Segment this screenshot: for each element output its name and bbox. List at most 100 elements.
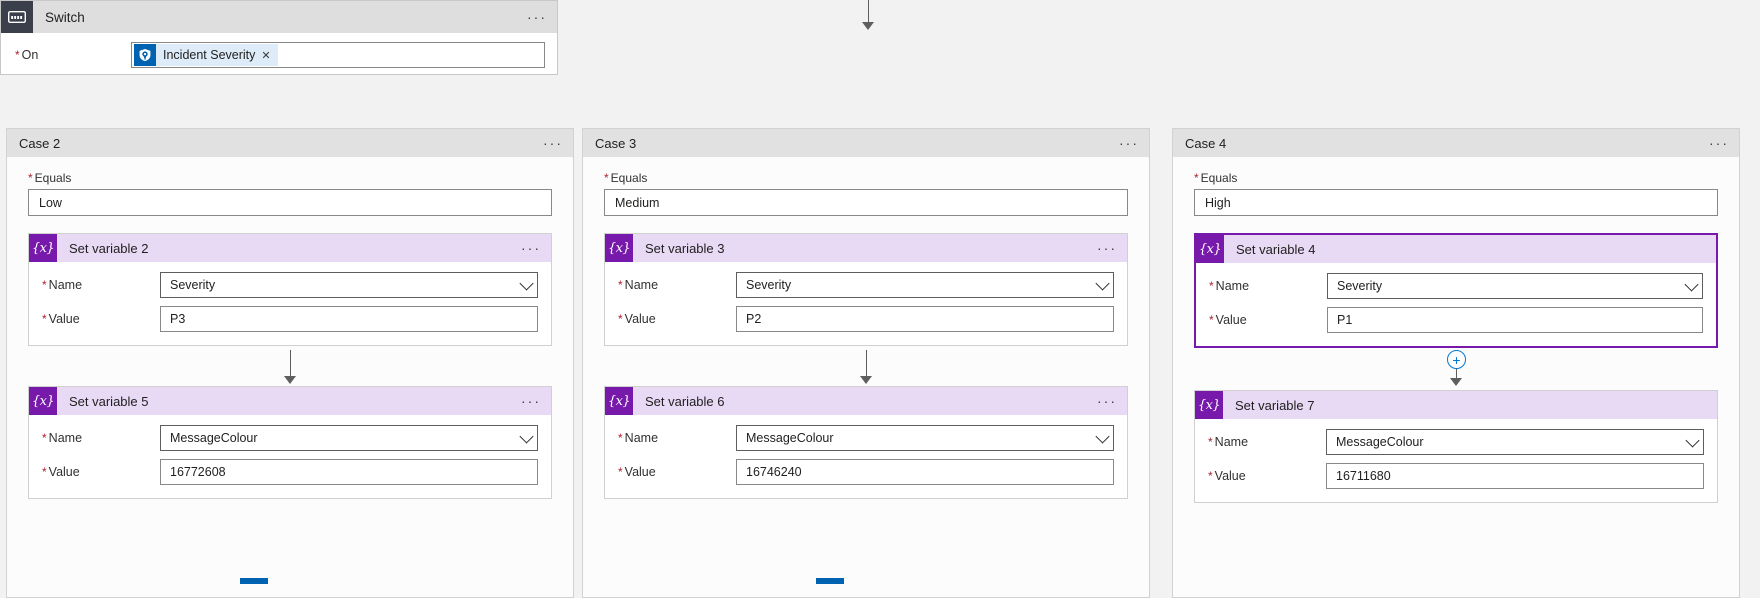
- action-header[interactable]: {x} Set variable 3 ···: [605, 234, 1127, 262]
- action-header[interactable]: {x} Set variable 6 ···: [605, 387, 1127, 415]
- value-row: * Value P2: [618, 306, 1114, 332]
- value-label: * Value: [1209, 313, 1327, 327]
- connector-arrow: [860, 376, 872, 384]
- equals-input[interactable]: Low: [28, 189, 552, 216]
- action-set-variable-7[interactable]: {x} Set variable 7 * Name MessageColour *…: [1194, 390, 1718, 503]
- required-asterisk: *: [1209, 279, 1214, 293]
- action-menu-button[interactable]: ···: [1097, 241, 1117, 255]
- case-title: Case 2: [19, 135, 61, 151]
- action-header[interactable]: {x} Set variable 7: [1195, 391, 1717, 419]
- value-label-text: Value: [624, 465, 656, 479]
- variable-value-input[interactable]: 16711680: [1326, 463, 1704, 489]
- variable-name-dropdown[interactable]: MessageColour: [736, 425, 1114, 451]
- action-header[interactable]: {x} Set variable 4: [1196, 235, 1716, 263]
- equals-input[interactable]: Medium: [604, 189, 1128, 216]
- variable-name-dropdown[interactable]: Severity: [160, 272, 538, 298]
- action-header[interactable]: {x} Set variable 2 ···: [29, 234, 551, 262]
- required-asterisk: *: [42, 278, 47, 292]
- case-header-3[interactable]: Case 3 ···: [583, 129, 1149, 157]
- action-header[interactable]: {x} Set variable 5 ···: [29, 387, 551, 415]
- variable-name-value: Severity: [1337, 279, 1383, 293]
- action-menu-button[interactable]: ···: [521, 394, 541, 408]
- required-asterisk: *: [1194, 171, 1199, 185]
- switch-card[interactable]: Switch ··· * On Incident Severity ✕: [0, 0, 558, 75]
- variable-value-input[interactable]: P2: [736, 306, 1114, 332]
- value-label: * Value: [618, 312, 736, 326]
- action-title: Set variable 7: [1235, 397, 1315, 413]
- case-menu-button[interactable]: ···: [1119, 136, 1139, 150]
- action-body: * Name Severity * Value P1: [1196, 263, 1716, 346]
- action-connector-area: [604, 346, 1128, 386]
- value-label-text: Value: [1215, 313, 1247, 327]
- variable-name-dropdown[interactable]: Severity: [1327, 273, 1703, 299]
- variable-name-value: Severity: [746, 278, 792, 292]
- chevron-down-icon: [519, 429, 534, 444]
- variable-name-value: MessageColour: [746, 431, 834, 445]
- variable-name-dropdown[interactable]: MessageColour: [160, 425, 538, 451]
- name-label-text: Name: [624, 431, 659, 445]
- action-set-variable-6[interactable]: {x} Set variable 6 ··· * Name MessageColo…: [604, 386, 1128, 499]
- action-set-variable-5[interactable]: {x} Set variable 5 ··· * Name MessageColo…: [28, 386, 552, 499]
- equals-input[interactable]: High: [1194, 189, 1718, 216]
- case-menu-button[interactable]: ···: [543, 136, 563, 150]
- connector-arrow: [1450, 378, 1462, 386]
- variable-value-input[interactable]: P1: [1327, 307, 1703, 333]
- action-title: Set variable 4: [1236, 241, 1316, 257]
- equals-label-text: Equals: [34, 171, 72, 185]
- chevron-down-icon: [519, 276, 534, 291]
- action-body: * Name Severity * Value P3: [29, 262, 551, 345]
- next-action-stub[interactable]: [816, 578, 844, 584]
- action-title: Set variable 5: [69, 393, 149, 409]
- next-action-stub[interactable]: [240, 578, 268, 584]
- switch-header[interactable]: Switch ···: [1, 1, 557, 33]
- switch-on-input[interactable]: Incident Severity ✕: [131, 42, 545, 68]
- value-row: * Value 16772608: [42, 459, 538, 485]
- action-connector-area: +: [1194, 348, 1718, 390]
- action-set-variable-3[interactable]: {x} Set variable 3 ··· * Name Severity * V…: [604, 233, 1128, 346]
- token-label: Incident Severity: [163, 48, 256, 62]
- variable-name-dropdown[interactable]: MessageColour: [1326, 429, 1704, 455]
- name-row: * Name Severity: [618, 272, 1114, 298]
- switch-menu-button[interactable]: ···: [527, 10, 547, 24]
- value-row: * Value P3: [42, 306, 538, 332]
- required-asterisk: *: [618, 431, 623, 445]
- variable-value-input[interactable]: P3: [160, 306, 538, 332]
- switch-on-label-text: On: [21, 48, 39, 62]
- equals-label-text: Equals: [610, 171, 648, 185]
- action-set-variable-2[interactable]: {x} Set variable 2 ··· * Name Severity * V…: [28, 233, 552, 346]
- connector-top-arrow: [862, 22, 874, 30]
- switch-on-label: * On: [15, 42, 131, 62]
- action-menu-button[interactable]: ···: [1097, 394, 1117, 408]
- case-menu-button[interactable]: ···: [1709, 136, 1729, 150]
- action-body: * Name MessageColour * Value 16711680: [1195, 419, 1717, 502]
- variable-name-dropdown[interactable]: Severity: [736, 272, 1114, 298]
- action-title: Set variable 6: [645, 393, 725, 409]
- equals-label: * Equals: [1194, 171, 1718, 185]
- insert-action-button[interactable]: +: [1447, 350, 1466, 369]
- case-header-4[interactable]: Case 4 ···: [1173, 129, 1739, 157]
- action-title: Set variable 2: [69, 240, 149, 256]
- name-label: * Name: [42, 431, 160, 445]
- set-variable-icon: {x}: [1195, 391, 1223, 419]
- token-remove-icon[interactable]: ✕: [261, 49, 277, 62]
- case-panel-4[interactable]: Case 4 ··· * Equals High {x} Set variable…: [1172, 128, 1740, 598]
- name-label-text: Name: [48, 278, 83, 292]
- value-label-text: Value: [624, 312, 656, 326]
- switch-title: Switch: [45, 9, 85, 25]
- variable-name-value: MessageColour: [170, 431, 258, 445]
- action-set-variable-4[interactable]: {x} Set variable 4 * Name Severity * Value…: [1194, 233, 1718, 348]
- name-row: * Name MessageColour: [618, 425, 1114, 451]
- case-body-4: * Equals High {x} Set variable 4 * Name Se…: [1173, 157, 1739, 503]
- case-panel-3[interactable]: Case 3 ··· * Equals Medium {x} Set variab…: [582, 128, 1150, 598]
- action-menu-button[interactable]: ···: [521, 241, 541, 255]
- set-variable-icon: {x}: [605, 387, 633, 415]
- case-title: Case 3: [595, 135, 637, 151]
- variable-value-input[interactable]: 16772608: [160, 459, 538, 485]
- chevron-down-icon: [1095, 429, 1110, 444]
- value-label-text: Value: [48, 465, 80, 479]
- case-panel-2[interactable]: Case 2 ··· * Equals Low {x} Set variable …: [6, 128, 574, 598]
- case-header-2[interactable]: Case 2 ···: [7, 129, 573, 157]
- token-incident-severity[interactable]: Incident Severity ✕: [134, 44, 278, 66]
- name-label-text: Name: [1214, 435, 1249, 449]
- variable-value-input[interactable]: 16746240: [736, 459, 1114, 485]
